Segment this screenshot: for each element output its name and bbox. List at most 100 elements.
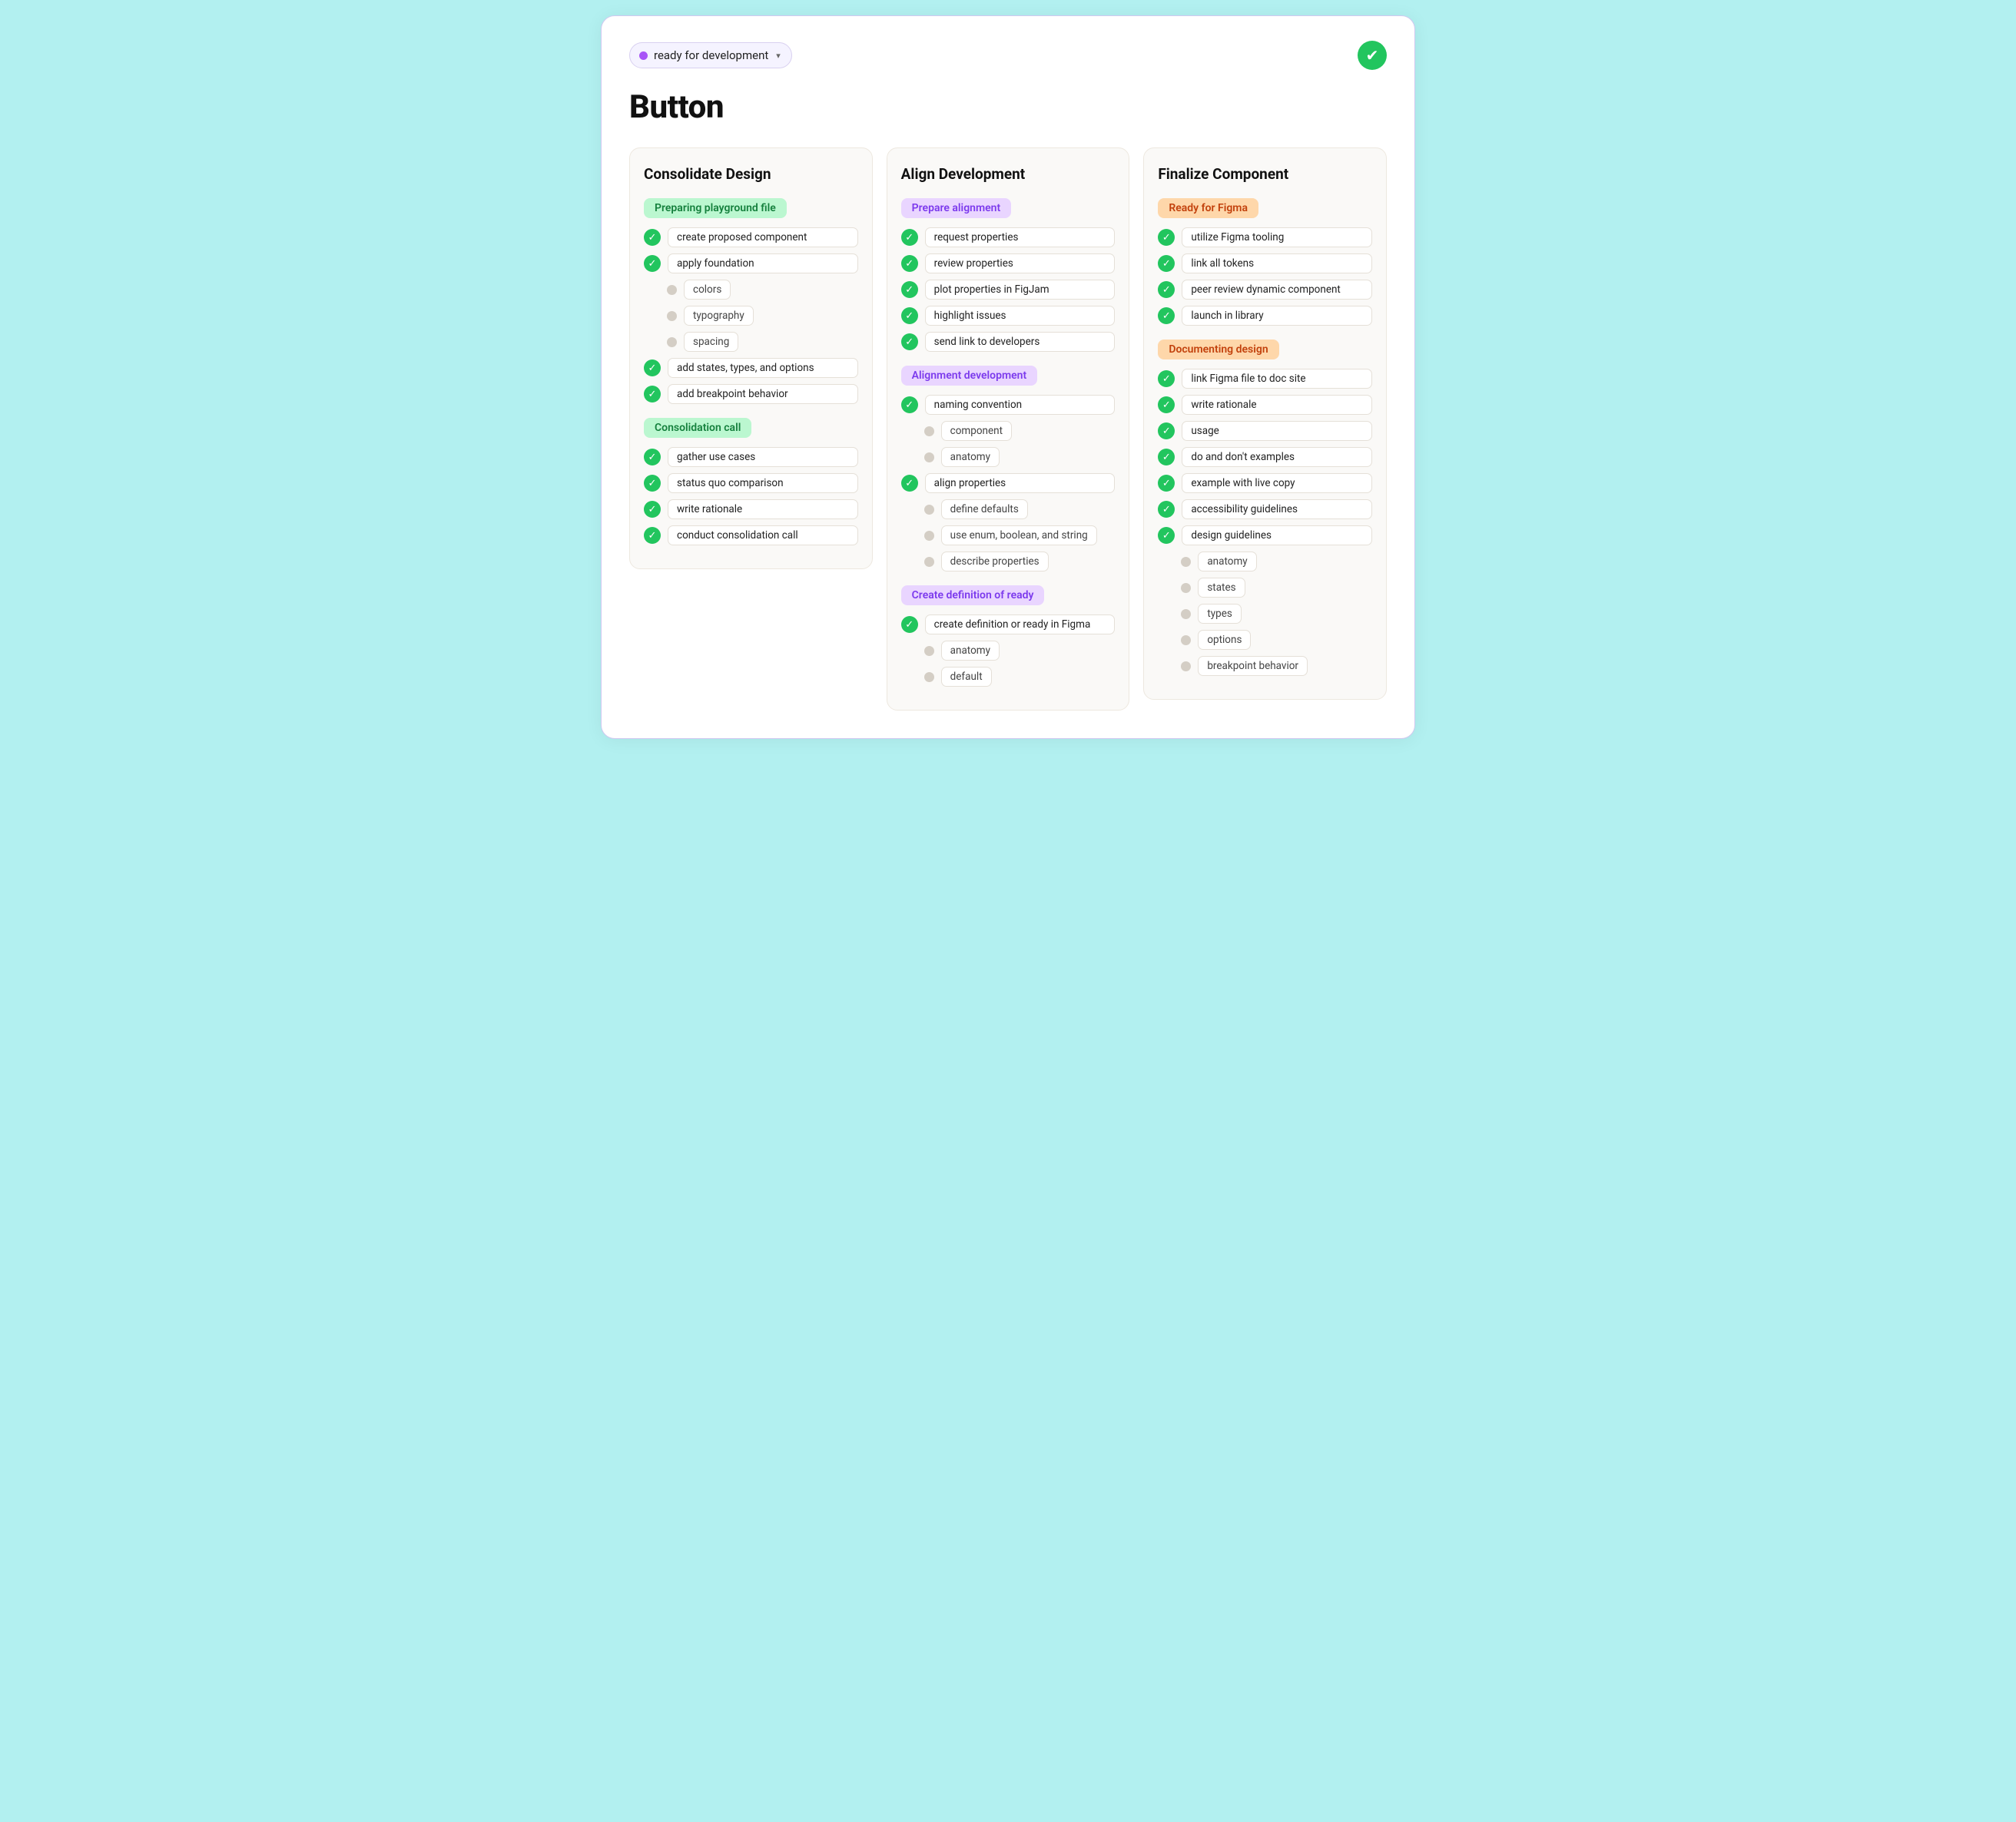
check-icon: ✓ <box>1158 307 1175 324</box>
check-icon: ✓ <box>1158 501 1175 518</box>
check-item: ✓do and don't examples <box>1158 447 1372 467</box>
check-item: ✓write rationale <box>1158 395 1372 415</box>
sub-label: options <box>1198 630 1251 650</box>
check-item: ✓align properties <box>901 473 1116 493</box>
check-icon: ✓ <box>1158 475 1175 492</box>
check-icon: ✓ <box>644 255 661 272</box>
sub-item: describe properties <box>924 552 1116 571</box>
check-label: align properties <box>925 473 1116 493</box>
check-label: status quo comparison <box>668 473 858 493</box>
check-icon: ✓ <box>1158 370 1175 387</box>
section-label: Alignment development <box>901 366 1038 386</box>
sub-dot-icon <box>924 646 934 656</box>
section: Create definition of ready✓create defini… <box>901 582 1116 687</box>
check-item: ✓ naming convention <box>901 395 1116 415</box>
check-label: example with live copy <box>1182 473 1372 493</box>
check-item: ✓ highlight issues <box>901 306 1116 326</box>
check-label: send link to developers <box>925 332 1116 352</box>
main-card: ready for development ▾ ✔ Button Consoli… <box>601 15 1415 739</box>
sub-item: spacing <box>667 332 858 352</box>
check-label: review properties <box>925 253 1116 273</box>
sub-label: colors <box>684 280 731 300</box>
check-label: naming convention <box>925 395 1116 415</box>
check-icon: ✓ <box>644 527 661 544</box>
check-item: ✓write rationale <box>644 499 858 519</box>
sub-item: breakpoint behavior <box>1181 656 1372 676</box>
section-label: Documenting design <box>1158 340 1278 359</box>
sub-dot-icon <box>924 531 934 541</box>
section: Prepare alignment✓request properties✓rev… <box>901 195 1116 352</box>
check-label: accessibility guidelines <box>1182 499 1372 519</box>
sub-dot-icon <box>1181 583 1191 593</box>
sub-dot-icon <box>1181 557 1191 567</box>
check-item: ✓add states, types, and options <box>644 358 858 378</box>
check-label: highlight issues <box>925 306 1116 326</box>
check-item: ✓usage <box>1158 421 1372 441</box>
sub-label: anatomy <box>941 447 1000 467</box>
check-item: ✓peer review dynamic component <box>1158 280 1372 300</box>
check-item: ✓ design guidelines <box>1158 525 1372 545</box>
check-item: ✓gather use cases <box>644 447 858 467</box>
check-item: ✓review properties <box>901 253 1116 273</box>
check-icon: ✓ <box>901 229 918 246</box>
sub-item: default <box>924 667 1116 687</box>
column-title-finalize: Finalize Component <box>1158 165 1372 183</box>
check-item: ✓ accessibility guidelines <box>1158 499 1372 519</box>
sub-dot-icon <box>924 557 934 567</box>
check-label: conduct consolidation call <box>668 525 858 545</box>
check-item: ✓ example with live copy <box>1158 473 1372 493</box>
check-item: ✓utilize Figma tooling <box>1158 227 1372 247</box>
check-icon: ✓ <box>901 281 918 298</box>
column-consolidate: Consolidate Design Preparing playground f… <box>629 147 873 569</box>
sub-item: types <box>1181 604 1372 624</box>
check-label: peer review dynamic component <box>1182 280 1372 300</box>
sub-dot-icon <box>1181 609 1191 619</box>
columns: Consolidate Design Preparing playground f… <box>629 147 1387 711</box>
sub-label: breakpoint behavior <box>1198 656 1308 676</box>
sub-dot-icon <box>667 285 677 295</box>
column-title-consolidate: Consolidate Design <box>644 165 858 183</box>
sub-dot-icon <box>667 311 677 321</box>
check-item: ✓create proposed component <box>644 227 858 247</box>
check-icon: ✓ <box>901 396 918 413</box>
check-icon: ✓ <box>1158 396 1175 413</box>
column-finalize: Finalize ComponentReady for Figma✓utiliz… <box>1143 147 1387 700</box>
sub-item: anatomy <box>1181 552 1372 571</box>
sub-item: component <box>924 421 1116 441</box>
sub-dot-icon <box>1181 661 1191 671</box>
sub-item: options <box>1181 630 1372 650</box>
section-label: Preparing playground file <box>644 198 787 218</box>
sub-label: define defaults <box>941 499 1028 519</box>
section-label: Consolidation call <box>644 418 751 438</box>
check-icon: ✓ <box>644 449 661 465</box>
sub-item: use enum, boolean, and string <box>924 525 1116 545</box>
sub-label: component <box>941 421 1012 441</box>
check-label: create proposed component <box>668 227 858 247</box>
status-pill[interactable]: ready for development ▾ <box>629 42 792 68</box>
check-label: link all tokens <box>1182 253 1372 273</box>
check-item: ✓ link all tokens <box>1158 253 1372 273</box>
check-icon: ✓ <box>644 501 661 518</box>
check-icon: ✓ <box>901 307 918 324</box>
page-title: Button <box>629 88 1387 126</box>
check-label: do and don't examples <box>1182 447 1372 467</box>
check-item: ✓link Figma file to doc site <box>1158 369 1372 389</box>
sub-item: colors <box>667 280 858 300</box>
section: Alignment development ✓ naming convention c… <box>901 363 1116 571</box>
check-item: ✓plot properties in FigJam <box>901 280 1116 300</box>
column-align: Align DevelopmentPrepare alignment✓reque… <box>887 147 1130 711</box>
sub-item: states <box>1181 578 1372 598</box>
check-icon: ✓ <box>1158 527 1175 544</box>
check-label: design guidelines <box>1182 525 1372 545</box>
check-label: create definition or ready in Figma <box>925 615 1116 634</box>
check-icon: ✓ <box>1158 422 1175 439</box>
check-icon: ✓ <box>1158 255 1175 272</box>
sub-item: typography <box>667 306 858 326</box>
header-row: ready for development ▾ ✔ <box>629 41 1387 70</box>
sub-label: states <box>1198 578 1245 598</box>
sub-item: anatomy <box>924 641 1116 661</box>
sub-dot-icon <box>667 337 677 347</box>
sub-label: default <box>941 667 992 687</box>
check-label: add states, types, and options <box>668 358 858 378</box>
sub-label: typography <box>684 306 754 326</box>
